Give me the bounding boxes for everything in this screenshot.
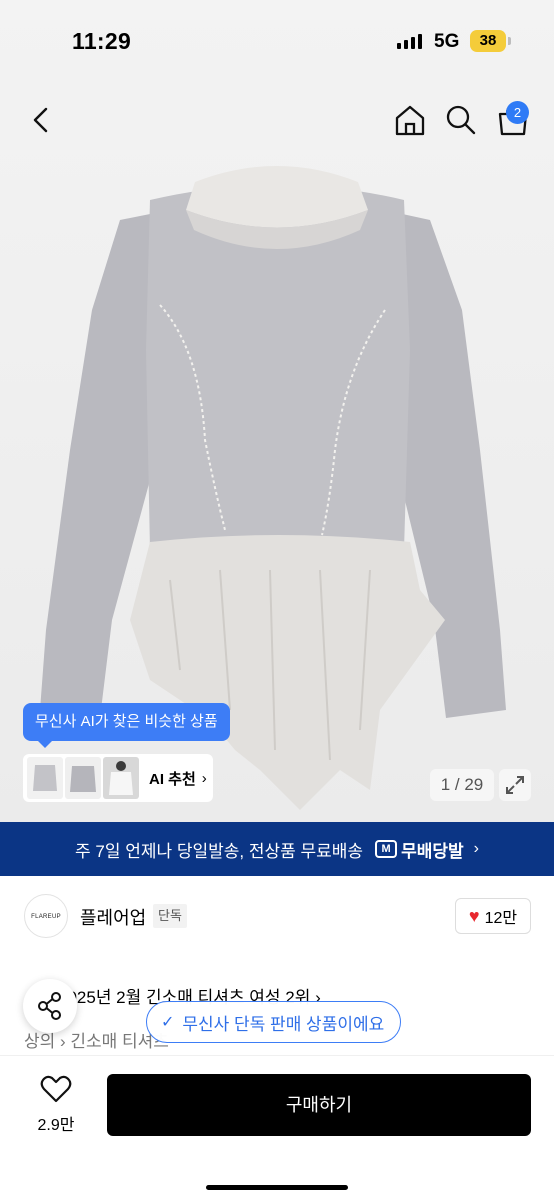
search-icon bbox=[446, 105, 476, 135]
battery-icon: 38 bbox=[470, 30, 511, 52]
banner-text: 주 7일 언제나 당일발송, 전상품 무료배송 bbox=[75, 841, 364, 861]
check-icon: ✓ bbox=[161, 1014, 175, 1031]
network-type: 5G bbox=[434, 31, 460, 52]
expand-button[interactable] bbox=[499, 769, 531, 801]
share-icon bbox=[38, 992, 61, 1020]
signal-icon bbox=[397, 33, 422, 49]
delivery-banner[interactable]: 주 7일 언제나 당일발송, 전상품 무료배송 M 무배당발 › bbox=[0, 822, 554, 876]
brand-name[interactable]: 플레어업 bbox=[80, 904, 146, 930]
toast-text: 무신사 단독 판매 상품이에요 bbox=[182, 1014, 385, 1034]
status-bar: 11:29 5G 38 bbox=[0, 0, 554, 84]
home-button[interactable] bbox=[390, 100, 430, 140]
home-icon bbox=[395, 105, 425, 136]
ai-thumb-2[interactable] bbox=[65, 757, 101, 799]
exclusive-tag: 단독 bbox=[153, 904, 187, 928]
brand-like-button[interactable]: ♥ 12만 bbox=[455, 898, 531, 934]
bottom-action-bar: 2.9만 구매하기 bbox=[0, 1055, 554, 1200]
banner-logo-text: 무배당발 bbox=[401, 841, 464, 861]
ai-recommend-panel[interactable]: AI 추천 › bbox=[23, 754, 213, 802]
expand-icon bbox=[506, 776, 524, 794]
brand-row: FLAREUP 플레어업 단독 ♥ 12만 bbox=[0, 890, 554, 946]
chevron-left-icon bbox=[33, 107, 48, 133]
heart-icon: ♥ bbox=[468, 905, 480, 926]
wishlist-button[interactable]: 2.9만 bbox=[22, 1074, 90, 1135]
ai-similar-tooltip: 무신사 AI가 찾은 비슷한 상품 bbox=[23, 703, 230, 748]
ai-thumb-3[interactable] bbox=[103, 757, 139, 799]
m-logo-icon: M bbox=[375, 840, 398, 858]
chevron-right-icon: › bbox=[473, 840, 479, 857]
product-image-area[interactable]: 11:29 5G 38 2 무신사 AI가 찾은 비슷한 상품 AI 추천 › … bbox=[0, 0, 554, 822]
share-button[interactable] bbox=[23, 979, 77, 1033]
banner-logo: M 무배당발 bbox=[375, 837, 464, 862]
cart-count-badge: 2 bbox=[506, 101, 529, 124]
brand-like-count: 12만 bbox=[484, 910, 518, 927]
status-time: 11:29 bbox=[72, 28, 132, 54]
brand-logo[interactable]: FLAREUP bbox=[24, 894, 68, 938]
buy-button[interactable]: 구매하기 bbox=[107, 1074, 531, 1136]
ai-recommend-label: AI 추천 bbox=[149, 770, 196, 788]
ai-thumb-1[interactable] bbox=[27, 757, 63, 799]
home-indicator bbox=[206, 1185, 348, 1190]
exclusive-toast: ✓ 무신사 단독 판매 상품이에요 bbox=[146, 1001, 402, 1043]
wishlist-count: 2.9만 bbox=[37, 1117, 75, 1134]
back-button[interactable] bbox=[22, 100, 62, 140]
image-counter: 1 / 29 bbox=[430, 769, 494, 801]
search-button[interactable] bbox=[441, 100, 481, 140]
chevron-right-icon: › bbox=[201, 769, 207, 787]
heart-outline-icon bbox=[40, 1075, 72, 1103]
